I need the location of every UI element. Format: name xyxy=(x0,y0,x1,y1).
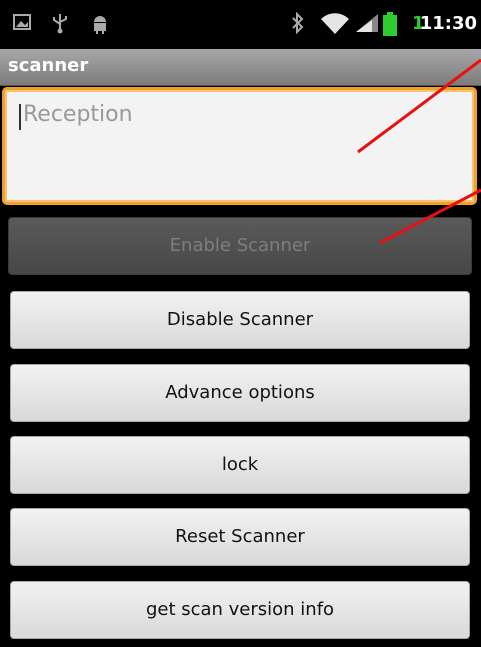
status-bar: 1 11:30 xyxy=(0,0,481,49)
reset-scanner-button[interactable]: Reset Scanner xyxy=(10,508,470,566)
text-cursor xyxy=(19,104,21,130)
app-title-bar: scanner xyxy=(0,49,481,86)
lock-button[interactable]: lock xyxy=(10,436,470,494)
disable-scanner-button[interactable]: Disable Scanner xyxy=(10,291,470,349)
advance-options-button[interactable]: Advance options xyxy=(10,364,470,422)
image-icon xyxy=(12,12,32,36)
status-time: 11:30 xyxy=(419,13,477,34)
enable-scanner-button[interactable]: Enable Scanner xyxy=(8,217,472,275)
app-title: scanner xyxy=(8,55,89,76)
wifi-icon xyxy=(320,12,350,40)
signal-icon xyxy=(354,12,380,38)
bluetooth-icon xyxy=(290,11,306,38)
get-scan-version-info-button[interactable]: get scan version info xyxy=(10,581,470,639)
android-icon xyxy=(90,12,110,38)
reception-input[interactable]: Reception xyxy=(2,87,477,205)
battery-icon xyxy=(382,12,398,42)
reception-placeholder: Reception xyxy=(23,102,133,127)
usb-icon xyxy=(50,12,70,38)
